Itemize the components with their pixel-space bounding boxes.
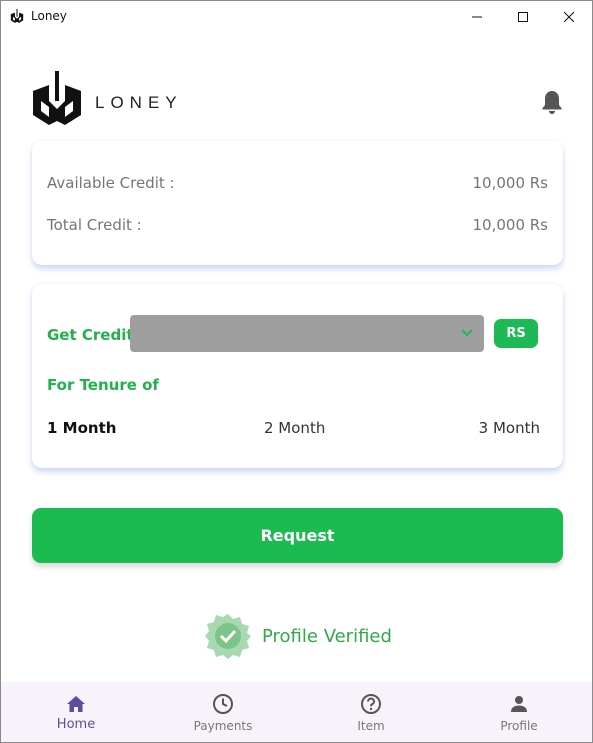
total-credit-value: 10,000 Rs [472,216,549,234]
help-circle-icon [361,694,381,714]
tenure-option-3-month[interactable]: 3 Month [479,419,540,437]
credit-amount-select[interactable] [130,315,484,352]
brand-name: LONEY [95,93,183,112]
clock-icon [213,694,233,714]
app-logo-icon [10,9,24,23]
app-window: Loney LONEY Available Credit : 10,000 Rs… [0,0,593,743]
available-credit-value: 10,000 Rs [472,174,549,192]
verified-badge-icon [205,614,251,659]
nav-item-item[interactable]: Item [311,682,431,742]
get-credit-card: Get Credit RS For Tenure of 1 Month 2 Mo… [32,284,563,468]
total-credit-label: Total Credit : [47,216,142,234]
nav-item-payments[interactable]: Payments [163,682,283,742]
maximize-icon [518,11,528,22]
bell-icon[interactable] [540,89,564,115]
minimize-icon [472,16,482,17]
get-credit-label: Get Credit [47,326,134,344]
total-credit-row: Total Credit : 10,000 Rs [47,216,548,234]
nav-item-home[interactable]: Home [16,682,136,742]
close-icon [564,11,574,22]
nav-label-payments: Payments [193,719,253,733]
bottom-navigation: Home Payments Item Profile [1,682,592,742]
tenure-label: For Tenure of [47,376,159,394]
nav-item-profile[interactable]: Profile [459,682,579,742]
currency-button[interactable]: RS [494,319,538,348]
request-button[interactable]: Request [32,508,563,563]
minimize-button[interactable] [454,1,500,32]
nav-label-home: Home [56,717,96,732]
home-icon [67,696,85,712]
close-button[interactable] [546,1,592,32]
title-bar: Loney [1,1,592,32]
tenure-option-1-month[interactable]: 1 Month [47,419,116,437]
profile-verified-text: Profile Verified [262,626,392,647]
chevron-down-icon [461,329,473,337]
tenure-options: 1 Month 2 Month 3 Month [47,419,540,439]
window-title: Loney [31,9,67,23]
nav-label-profile: Profile [500,719,538,733]
person-icon [511,696,527,712]
credit-summary-card: Available Credit : 10,000 Rs Total Credi… [32,141,563,265]
tenure-option-2-month[interactable]: 2 Month [264,419,325,437]
brand-logo-icon [33,71,81,125]
available-credit-row: Available Credit : 10,000 Rs [47,174,548,192]
maximize-button[interactable] [500,1,546,32]
nav-label-item: Item [357,719,385,733]
available-credit-label: Available Credit : [47,174,175,192]
